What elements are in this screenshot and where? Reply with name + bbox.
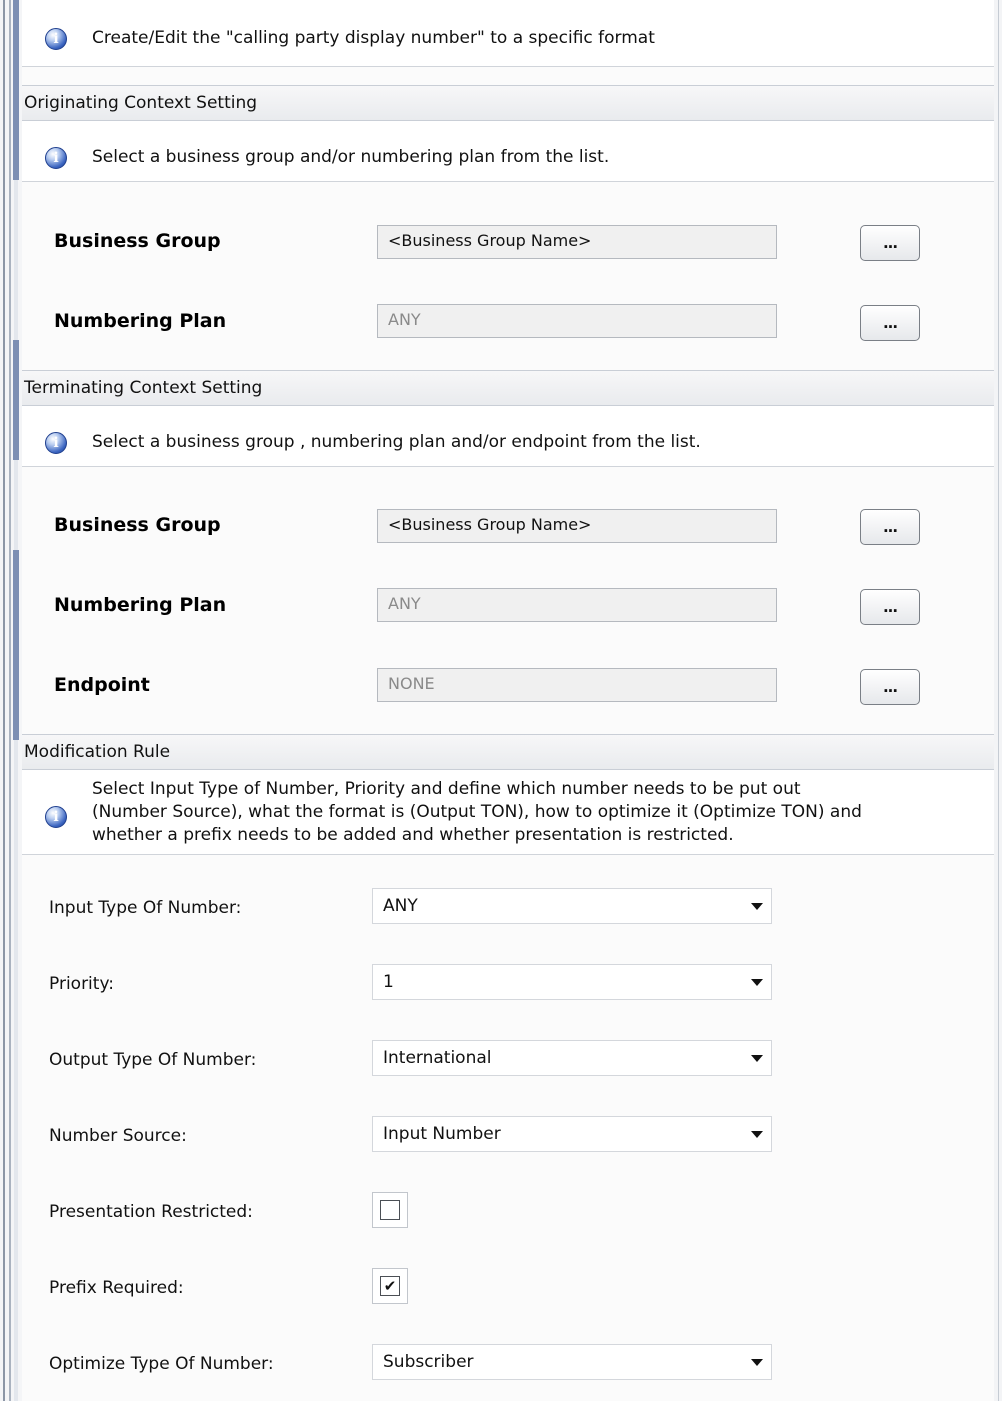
output-ton-label: Output Type Of Number: (49, 1050, 257, 1070)
chevron-down-icon (751, 1131, 763, 1138)
input-ton-label: Input Type Of Number: (49, 898, 242, 918)
info-icon (45, 432, 67, 454)
terminating-section-header: Terminating Context Setting (22, 370, 994, 406)
chevron-down-icon (751, 903, 763, 910)
output-ton-value: International (383, 1048, 492, 1068)
info-icon (45, 147, 67, 169)
terminating-business-group-browse-button[interactable]: ... (860, 509, 920, 545)
originating-numbering-plan-field[interactable]: ANY (377, 304, 777, 338)
optimize-ton-select[interactable]: Subscriber (372, 1344, 772, 1380)
terminating-numbering-plan-label: Numbering Plan (54, 594, 227, 616)
terminating-numbering-plan-browse-button[interactable]: ... (860, 589, 920, 625)
originating-business-group-field[interactable]: <Business Group Name> (377, 225, 777, 259)
modification-info-line-2: (Number Source), what the format is (Out… (92, 802, 862, 822)
modification-info-line-1: Select Input Type of Number, Priority an… (92, 779, 801, 799)
window-left-frame (0, 0, 22, 1401)
number-source-label: Number Source: (49, 1126, 187, 1146)
terminating-info-text: Select a business group , numbering plan… (92, 432, 701, 452)
intro-info-bar: Create/Edit the "calling party display n… (22, 0, 994, 67)
optimize-ton-label: Optimize Type Of Number: (49, 1354, 274, 1374)
optimize-ton-value: Subscriber (383, 1352, 474, 1372)
output-ton-select[interactable]: International (372, 1040, 772, 1076)
originating-numbering-plan-label: Numbering Plan (54, 310, 227, 332)
terminating-endpoint-browse-button[interactable]: ... (860, 669, 920, 705)
originating-section-header: Originating Context Setting (22, 85, 994, 121)
originating-info-bar: Select a business group and/or numbering… (22, 121, 994, 182)
originating-business-group-label: Business Group (54, 230, 221, 252)
input-ton-value: ANY (383, 896, 418, 916)
terminating-endpoint-field[interactable]: NONE (377, 668, 777, 702)
terminating-business-group-field[interactable]: <Business Group Name> (377, 509, 777, 543)
presentation-restricted-label: Presentation Restricted: (49, 1202, 253, 1222)
number-source-select[interactable]: Input Number (372, 1116, 772, 1152)
presentation-restricted-checkbox[interactable] (372, 1192, 408, 1228)
priority-label: Priority: (49, 974, 114, 994)
modification-info-bar: Select Input Type of Number, Priority an… (22, 770, 994, 855)
modification-info-line-3: whether a prefix needs to be added and w… (92, 825, 734, 845)
priority-select[interactable]: 1 (372, 964, 772, 1000)
info-icon (45, 28, 67, 50)
info-icon (45, 806, 67, 828)
terminating-endpoint-label: Endpoint (54, 674, 150, 696)
chevron-down-icon (751, 1359, 763, 1366)
terminating-info-bar: Select a business group , numbering plan… (22, 406, 994, 467)
form-panel: Create/Edit the "calling party display n… (22, 0, 994, 1401)
originating-business-group-browse-button[interactable]: ... (860, 225, 920, 261)
terminating-numbering-plan-field[interactable]: ANY (377, 588, 777, 622)
priority-value: 1 (383, 972, 394, 992)
presentation-restricted-box (380, 1200, 400, 1220)
prefix-required-checkbox[interactable]: ✔ (372, 1268, 408, 1304)
intro-info-text: Create/Edit the "calling party display n… (92, 28, 655, 48)
chevron-down-icon (751, 1055, 763, 1062)
modification-section-header: Modification Rule (22, 734, 994, 770)
chevron-down-icon (751, 979, 763, 986)
checkmark-icon: ✔ (380, 1276, 400, 1296)
originating-info-text: Select a business group and/or numbering… (92, 147, 610, 167)
window-right-frame (994, 0, 1002, 1401)
originating-numbering-plan-browse-button[interactable]: ... (860, 305, 920, 341)
input-ton-select[interactable]: ANY (372, 888, 772, 924)
number-source-value: Input Number (383, 1124, 501, 1144)
terminating-business-group-label: Business Group (54, 514, 221, 536)
prefix-required-label: Prefix Required: (49, 1278, 184, 1298)
